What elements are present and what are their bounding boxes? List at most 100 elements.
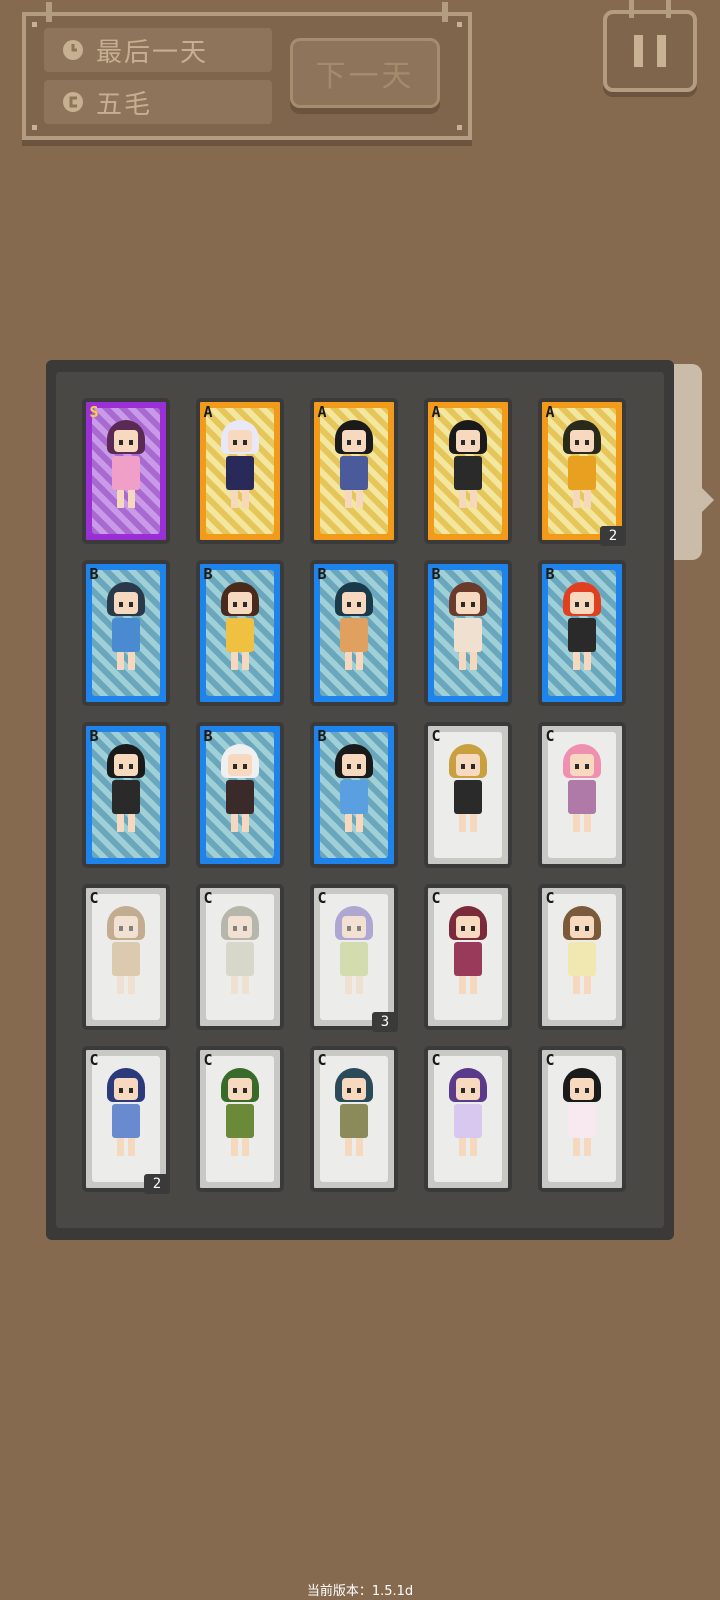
character-sprite (335, 736, 373, 832)
character-card[interactable]: C3 (310, 884, 398, 1032)
day-label: 最后一天 (96, 37, 209, 68)
character-card[interactable]: C (310, 1046, 398, 1192)
rank-badge: B (545, 565, 555, 583)
character-card[interactable]: C (82, 884, 170, 1030)
character-card[interactable]: C2 (82, 1046, 170, 1194)
rank-badge: C (545, 1051, 555, 1069)
duplicate-count-badge: 2 (600, 526, 626, 546)
rank-badge: B (317, 565, 327, 583)
version-label: 当前版本：1.5.1d (306, 1584, 414, 1599)
rank-badge: B (89, 565, 99, 583)
character-sprite (335, 898, 373, 994)
character-card[interactable]: B (538, 560, 626, 706)
rank-badge: S (89, 403, 99, 421)
character-sprite (221, 898, 259, 994)
pause-icon (634, 35, 643, 67)
rank-badge: C (545, 727, 555, 745)
rivet (32, 22, 37, 27)
character-sprite (107, 574, 145, 670)
rank-badge: B (431, 565, 441, 583)
character-sprite (335, 574, 373, 670)
duplicate-count-badge: 3 (372, 1012, 398, 1032)
character-card[interactable]: A (310, 398, 398, 544)
character-sprite (335, 1060, 373, 1156)
character-sprite (563, 574, 601, 670)
character-card[interactable]: B (82, 722, 170, 868)
character-card[interactable]: S (82, 398, 170, 544)
character-card[interactable]: C (538, 884, 626, 1030)
hanging-chain (629, 0, 634, 18)
money-indicator: 五毛 (44, 80, 272, 124)
rank-badge: B (203, 727, 213, 745)
rank-badge: A (545, 403, 555, 421)
character-sprite (107, 898, 145, 994)
rank-badge: C (203, 889, 213, 907)
character-sprite (449, 736, 487, 832)
character-card[interactable]: C (424, 722, 512, 868)
rank-badge: C (545, 889, 555, 907)
character-card[interactable]: A2 (538, 398, 626, 546)
character-sprite (563, 736, 601, 832)
character-sprite (449, 574, 487, 670)
rank-badge: C (317, 889, 327, 907)
rivet (457, 125, 462, 130)
rank-badge: A (431, 403, 441, 421)
status-panel: 最后一天 五毛 下一天 (22, 2, 472, 140)
money-label: 五毛 (96, 89, 153, 120)
character-sprite (107, 1060, 145, 1156)
character-card[interactable]: B (424, 560, 512, 706)
character-sprite (221, 412, 259, 508)
character-card[interactable]: C (538, 1046, 626, 1192)
rivet (457, 22, 462, 27)
character-card[interactable]: C (424, 1046, 512, 1192)
rank-badge: C (431, 727, 441, 745)
hanging-chain (442, 2, 448, 22)
character-sprite (107, 412, 145, 508)
coin-icon (62, 91, 84, 113)
character-sprite (221, 736, 259, 832)
rank-badge: C (431, 1051, 441, 1069)
character-card[interactable]: B (310, 560, 398, 706)
character-card[interactable]: C (196, 1046, 284, 1192)
pause-button[interactable] (603, 0, 697, 92)
character-card[interactable]: C (538, 722, 626, 868)
rank-badge: B (203, 565, 213, 583)
character-sprite (449, 1060, 487, 1156)
character-card[interactable]: C (196, 884, 284, 1030)
day-indicator: 最后一天 (44, 28, 272, 72)
rank-badge: A (317, 403, 327, 421)
character-sprite (563, 412, 601, 508)
rank-badge: C (203, 1051, 213, 1069)
character-card[interactable]: A (424, 398, 512, 544)
character-sprite (449, 898, 487, 994)
duplicate-count-badge: 2 (144, 1174, 170, 1194)
character-sprite (335, 412, 373, 508)
rank-badge: A (203, 403, 213, 421)
next-day-button[interactable]: 下一天 (290, 38, 440, 108)
clock-icon (62, 39, 84, 61)
hanging-chain (666, 0, 671, 18)
character-card[interactable]: B (82, 560, 170, 706)
character-sprite (563, 1060, 601, 1156)
character-card[interactable]: C (424, 884, 512, 1030)
character-card[interactable]: B (196, 560, 284, 706)
character-sprite (563, 898, 601, 994)
side-tab-arrow-icon[interactable] (700, 486, 714, 514)
character-sprite (449, 412, 487, 508)
rank-badge: C (89, 889, 99, 907)
side-tab[interactable] (674, 364, 702, 560)
character-card[interactable]: B (196, 722, 284, 868)
rank-badge: C (89, 1051, 99, 1069)
rivet (32, 125, 37, 130)
character-sprite (107, 736, 145, 832)
rank-badge: B (317, 727, 327, 745)
rank-badge: C (431, 889, 441, 907)
hanging-chain (46, 2, 52, 22)
character-sprite (221, 574, 259, 670)
rank-badge: C (317, 1051, 327, 1069)
character-card[interactable]: B (310, 722, 398, 868)
character-sprite (221, 1060, 259, 1156)
pause-icon (657, 35, 666, 67)
rank-badge: B (89, 727, 99, 745)
character-card[interactable]: A (196, 398, 284, 544)
